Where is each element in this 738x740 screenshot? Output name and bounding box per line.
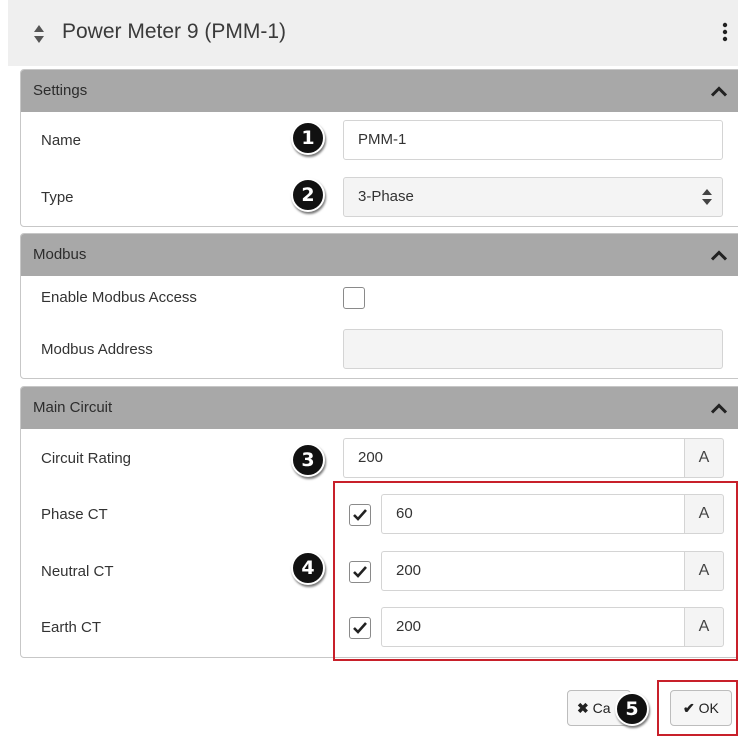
settings-panel: Settings Name PMM-1 Type 3-Phase xyxy=(20,69,738,227)
chevron-up-icon[interactable] xyxy=(711,86,727,97)
marker-2: 2 xyxy=(291,178,325,212)
name-row: Name PMM-1 xyxy=(21,115,738,167)
circuit-rating-input[interactable]: 200 xyxy=(343,438,684,478)
enable-modbus-label: Enable Modbus Access xyxy=(41,289,197,306)
dialog-title: Power Meter 9 (PMM-1) xyxy=(62,20,287,43)
type-row: Type 3-Phase xyxy=(21,172,738,224)
chevron-up-icon[interactable] xyxy=(711,403,727,414)
type-select-value: 3-Phase xyxy=(358,188,414,205)
modbus-address-row: Modbus Address xyxy=(21,324,738,376)
settings-panel-header[interactable]: Settings xyxy=(21,70,738,112)
select-arrows-icon xyxy=(702,189,712,205)
enable-modbus-row: Enable Modbus Access xyxy=(21,272,738,324)
name-label: Name xyxy=(41,132,82,149)
name-input[interactable]: PMM-1 xyxy=(343,120,723,160)
main-circuit-panel-header[interactable]: Main Circuit xyxy=(21,387,738,429)
marker-1: 1 xyxy=(291,121,325,155)
check-icon: ✔ xyxy=(683,700,695,716)
modbus-address-label: Modbus Address xyxy=(41,341,153,358)
marker-3: 3 xyxy=(291,443,325,477)
modbus-panel-header[interactable]: Modbus xyxy=(21,234,738,276)
ok-button[interactable]: ✔ OK xyxy=(670,690,732,726)
ok-button-label: OK xyxy=(698,700,719,716)
sort-icon[interactable] xyxy=(34,25,44,43)
modbus-panel-title: Modbus xyxy=(33,246,87,263)
type-select[interactable]: 3-Phase xyxy=(343,177,723,217)
enable-modbus-checkbox[interactable] xyxy=(343,287,365,309)
annotation-box-ct xyxy=(333,481,738,661)
neutral-ct-label: Neutral CT xyxy=(41,563,114,580)
modbus-address-input[interactable] xyxy=(343,329,723,369)
phase-ct-label: Phase CT xyxy=(41,506,108,523)
marker-5: 5 xyxy=(615,692,649,726)
main-circuit-panel-title: Main Circuit xyxy=(33,399,113,416)
chevron-up-icon[interactable] xyxy=(711,250,727,261)
type-label: Type xyxy=(41,189,74,206)
circuit-rating-label: Circuit Rating xyxy=(41,450,132,467)
modbus-panel: Modbus Enable Modbus Access Modbus Addre… xyxy=(20,233,738,379)
marker-4: 4 xyxy=(291,551,325,585)
circuit-rating-row: Circuit Rating 200 A xyxy=(21,433,738,485)
more-options-icon[interactable] xyxy=(719,22,731,42)
earth-ct-label: Earth CT xyxy=(41,619,102,636)
circuit-rating-unit: A xyxy=(684,438,724,478)
close-icon: ✖ xyxy=(577,700,589,716)
cancel-button-label: Ca xyxy=(592,700,611,716)
dialog-header: Power Meter 9 (PMM-1) xyxy=(8,0,738,66)
settings-panel-title: Settings xyxy=(33,82,88,99)
